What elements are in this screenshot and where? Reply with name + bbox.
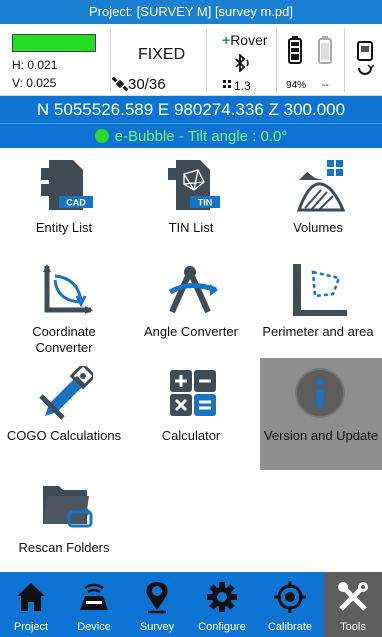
nav-configure[interactable]: Configure xyxy=(188,572,256,637)
satellite-icon xyxy=(112,76,128,92)
volumes-icon xyxy=(296,160,346,212)
controller-battery-icon xyxy=(318,36,332,64)
tools-icon xyxy=(338,582,368,611)
fix-state: FIXED xyxy=(138,46,186,63)
tool-rescan-folders[interactable]: Rescan Folders xyxy=(6,470,122,578)
nav-label: Device xyxy=(77,621,111,633)
home-icon xyxy=(17,583,45,611)
controller-battery-level: -- xyxy=(322,80,329,91)
tool-label: Perimeter and area xyxy=(262,324,374,339)
nav-calibrate[interactable]: Calibrate xyxy=(256,572,324,637)
satellite-count: 30/36 xyxy=(128,76,166,93)
nav-device[interactable]: Device xyxy=(62,572,126,637)
tool-cogo-calculations[interactable]: COGO Calculations xyxy=(6,358,122,466)
gnss-status-panel[interactable]: H: 0.021 V: 0.025 FIXED 30/36 +Rover 1.3… xyxy=(0,24,382,96)
current-coordinates: N 5055526.589 E 980274.336 Z 300.000 xyxy=(0,96,382,123)
nav-label: Project xyxy=(13,621,49,633)
nav-label: Calibrate xyxy=(267,621,313,633)
tools-grid: CAD Entity List TIN TIN List Volumes Coo… xyxy=(0,150,382,570)
calculator-icon xyxy=(170,370,216,416)
nav-label: Tools xyxy=(340,621,366,633)
configure-gear-icon xyxy=(207,582,237,612)
tool-label: Volumes xyxy=(293,220,343,235)
cad-file-icon: CAD xyxy=(41,160,93,210)
angle-converter-icon xyxy=(168,266,218,314)
v-precision: V: 0.025 xyxy=(12,76,57,90)
nav-project[interactable]: Project xyxy=(0,572,62,637)
tin-file-icon: TIN xyxy=(168,160,220,210)
calibrate-target-icon xyxy=(274,581,306,613)
tool-label: Calculator xyxy=(161,428,221,443)
perimeter-area-icon xyxy=(293,264,347,316)
coordinate-converter-icon xyxy=(43,264,93,314)
nav-tools[interactable]: Tools xyxy=(324,572,382,637)
receiver-battery-level: 94% xyxy=(286,80,307,91)
survey-pin-icon xyxy=(146,582,168,614)
tool-label: TIN List xyxy=(168,220,214,235)
tool-label: Angle Converter xyxy=(144,324,238,339)
tool-angle-converter[interactable]: Angle Converter xyxy=(133,254,249,362)
nav-label: Survey xyxy=(139,621,175,633)
tool-label: Version and Update xyxy=(263,428,379,443)
tool-label: Rescan Folders xyxy=(18,540,110,555)
fix-quality-bar xyxy=(12,34,96,52)
tool-entity-list[interactable]: CAD Entity List xyxy=(6,150,122,258)
device-icon xyxy=(80,583,108,610)
e-bubble-status[interactable]: e-Bubble - Tilt angle : 0.0° xyxy=(0,123,382,148)
project-title: Project: [SURVEY M] [survey m.pd] xyxy=(0,0,382,24)
tool-calculator[interactable]: Calculator xyxy=(133,358,249,466)
info-icon xyxy=(295,368,345,418)
pdop-icon xyxy=(223,80,231,88)
svg-text:TIN: TIN xyxy=(198,198,213,208)
bottom-navigation: Project Device Survey Configure Calibrat… xyxy=(0,572,382,637)
tool-label: Entity List xyxy=(35,220,93,235)
cogo-icon xyxy=(39,366,93,420)
tool-label: COGO Calculations xyxy=(6,428,122,443)
instrument-icon[interactable] xyxy=(356,40,374,80)
receiver-mode: +Rover xyxy=(222,32,268,48)
receiver-battery-icon xyxy=(288,36,302,64)
tool-coordinate-converter[interactable]: Coordinate Converter xyxy=(6,254,122,362)
bluetooth-icon xyxy=(235,54,249,72)
tool-tin-list[interactable]: TIN TIN List xyxy=(133,150,249,258)
folder-icon xyxy=(43,486,93,528)
tool-perimeter-and-area[interactable]: Perimeter and area xyxy=(260,254,376,362)
svg-text:CAD: CAD xyxy=(66,198,86,208)
tool-version-and-update[interactable]: Version and Update xyxy=(260,358,382,470)
nav-survey[interactable]: Survey xyxy=(126,572,188,637)
nav-label: Configure xyxy=(198,621,246,633)
tool-label: Coordinate Converter xyxy=(32,324,96,355)
pdop-value: 1.3 xyxy=(234,79,251,93)
tool-volumes[interactable]: Volumes xyxy=(260,150,376,258)
h-precision: H: 0.021 xyxy=(12,58,58,72)
bubble-indicator-icon xyxy=(94,129,109,143)
